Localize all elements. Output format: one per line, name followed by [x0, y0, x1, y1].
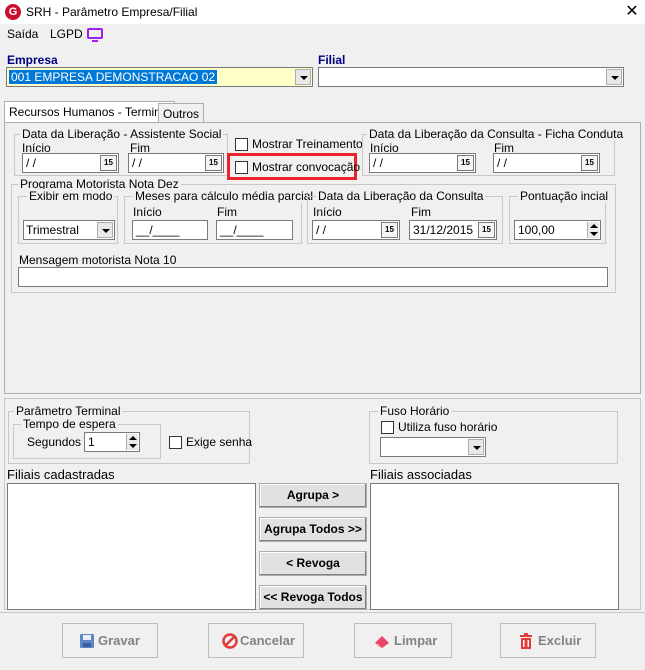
assistente-inicio-input[interactable]: / / 15 [22, 153, 119, 173]
consulta-inicio-label: Início [313, 205, 342, 219]
chevron-down-icon[interactable] [468, 439, 484, 455]
pontuacao-title: Pontuação incial [518, 189, 611, 203]
monitor-icon[interactable] [87, 28, 103, 42]
meses-fim-label: Fim [217, 205, 237, 219]
utiliza-fuso-label: Utiliza fuso horário [398, 420, 498, 434]
filial-select[interactable] [318, 67, 624, 87]
mostrar-convocacao-label: Mostrar convocação [252, 160, 361, 174]
calendar-icon[interactable]: 15 [581, 155, 598, 171]
app-logo-icon: G [5, 4, 21, 20]
exibir-select[interactable]: Trimestral [23, 220, 115, 240]
meses-inicio-label: Início [133, 205, 162, 219]
consulta-fim-label: Fim [411, 205, 431, 219]
menu-lgpd[interactable]: LGPD [50, 27, 83, 41]
meses-inicio-input[interactable]: __/____ [132, 220, 208, 240]
consulta-inicio-input[interactable]: / / 15 [312, 220, 400, 240]
limpar-button[interactable]: Limpar [354, 623, 452, 658]
filiais-associadas-label: Filiais associadas [370, 467, 472, 482]
window-title: SRH - Parâmetro Empresa/Filial [26, 5, 198, 19]
consulta-fim-input[interactable]: 31/12/2015 15 [409, 220, 497, 240]
tab-recursos-humanos[interactable]: Recursos Humanos - Terminal [4, 101, 176, 123]
calendar-icon[interactable]: 15 [381, 222, 398, 238]
ficha-inicio-input[interactable]: / / 15 [369, 153, 476, 173]
segundos-label: Segundos [27, 435, 82, 449]
chevron-down-icon[interactable] [97, 222, 113, 238]
agrupa-todos-button[interactable]: Agrupa Todos >> [259, 517, 367, 542]
exige-senha-checkbox[interactable] [169, 436, 182, 449]
terminal-title: Parâmetro Terminal [14, 404, 123, 418]
gravar-button[interactable]: Gravar [62, 623, 158, 658]
revoga-todos-button[interactable]: << Revoga Todos [259, 585, 367, 610]
empresa-label: Empresa [7, 53, 58, 67]
save-icon [80, 634, 94, 648]
calendar-icon[interactable]: 15 [100, 155, 117, 171]
filiais-cadastradas-label: Filiais cadastradas [7, 467, 115, 482]
cancel-icon [222, 633, 238, 649]
trash-icon [520, 633, 532, 649]
mensagem-label: Mensagem motorista Nota 10 [19, 253, 177, 267]
mostrar-treinamento-label: Mostrar Treinamento [252, 137, 363, 151]
spinner-icon[interactable] [587, 222, 599, 238]
agrupa-button[interactable]: Agrupa > [259, 483, 367, 508]
assistente-social-title: Data da Liberação - Assistente Social [20, 127, 224, 141]
mensagem-input[interactable] [18, 267, 608, 287]
chevron-down-icon[interactable] [606, 69, 622, 85]
fuso-select[interactable] [380, 437, 486, 457]
filiais-associadas-list[interactable] [370, 483, 619, 610]
exibir-value: Trimestral [26, 223, 79, 237]
ficha-conduta-title: Data da Liberação da Consulta - Ficha Co… [367, 127, 626, 141]
ficha-fim-input[interactable]: / / 15 [493, 153, 600, 173]
mostrar-convocacao-checkbox[interactable] [235, 161, 248, 174]
utiliza-fuso-checkbox[interactable] [381, 421, 394, 434]
calendar-icon[interactable]: 15 [478, 222, 495, 238]
revoga-button[interactable]: < Revoga [259, 551, 367, 576]
filial-label: Filial [318, 53, 346, 67]
menu-saida[interactable]: Saída [7, 27, 38, 41]
eraser-icon [375, 636, 389, 648]
pontuacao-input[interactable]: 100,00 [514, 220, 601, 240]
mostrar-treinamento-checkbox[interactable] [235, 138, 248, 151]
chevron-down-icon[interactable] [295, 69, 311, 85]
calendar-icon[interactable]: 15 [205, 155, 222, 171]
meses-title: Meses para cálculo média parcial [133, 189, 316, 203]
segundos-input[interactable]: 1 [84, 432, 140, 452]
excluir-button[interactable]: Excluir [500, 623, 596, 658]
cancelar-button[interactable]: Cancelar [208, 623, 304, 658]
fuso-title: Fuso Horário [378, 404, 452, 418]
tempo-title: Tempo de espera [21, 417, 118, 431]
spinner-icon[interactable] [126, 434, 138, 450]
tab-outros[interactable]: Outros [158, 103, 205, 123]
meses-fim-input[interactable]: __/____ [216, 220, 293, 240]
close-icon[interactable]: ✕ [620, 2, 644, 22]
consulta-title: Data da Liberação da Consulta [316, 189, 486, 203]
empresa-select[interactable]: 001 EMPRESA DEMONSTRACAO 02 [6, 67, 313, 87]
exibir-title: Exibir em modo [27, 189, 115, 203]
filiais-cadastradas-list[interactable] [7, 483, 256, 610]
exige-senha-label: Exige senha [186, 435, 253, 449]
assistente-fim-input[interactable]: / / 15 [128, 153, 224, 173]
empresa-value: 001 EMPRESA DEMONSTRACAO 02 [9, 70, 218, 84]
calendar-icon[interactable]: 15 [457, 155, 474, 171]
